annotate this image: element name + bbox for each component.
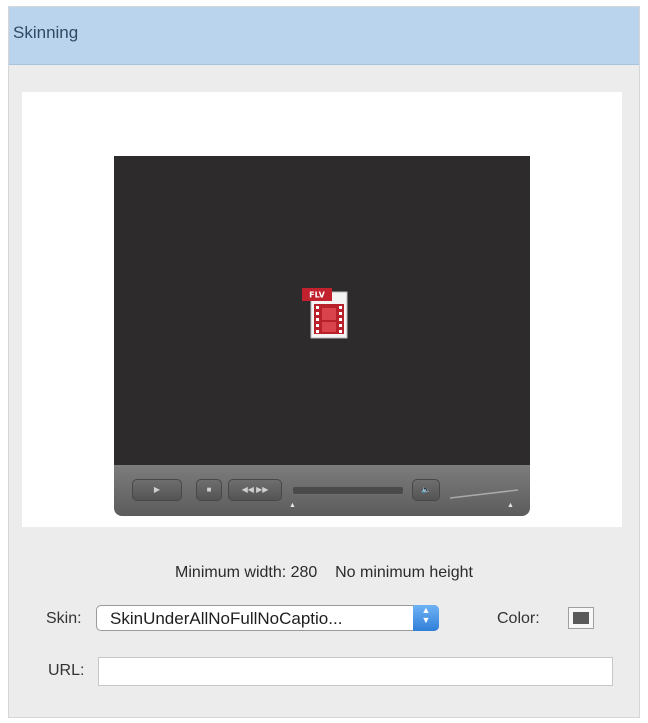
min-height-text: No minimum height bbox=[335, 564, 473, 581]
up-down-arrows-icon[interactable]: ▲ ▼ bbox=[413, 605, 439, 631]
color-swatch bbox=[573, 612, 589, 624]
mute-button[interactable]: 🔈 bbox=[412, 479, 440, 501]
stop-icon: ■ bbox=[206, 485, 212, 494]
skin-select[interactable]: SkinUnderAllNoFullNoCaptio... ▲ ▼ bbox=[96, 605, 439, 631]
skin-label: Skin: bbox=[46, 610, 82, 627]
video-area: FLV bbox=[114, 156, 530, 465]
size-info: Minimum width: 280 No minimum height bbox=[0, 564, 648, 582]
player-control-bar: ▶ ■ ◀◀ ▶▶ ▲ 🔈 ▲ bbox=[114, 465, 530, 516]
rewind-icon: ◀◀ bbox=[241, 485, 254, 494]
seek-handle-icon[interactable]: ▲ bbox=[289, 502, 296, 509]
color-label: Color: bbox=[497, 610, 540, 627]
skin-select-value: SkinUnderAllNoFullNoCaptio... bbox=[110, 609, 343, 628]
flv-file-icon: FLV bbox=[302, 288, 348, 339]
fast-forward-icon: ▶▶ bbox=[256, 485, 269, 494]
seek-bar[interactable] bbox=[292, 486, 404, 495]
titlebar: Skinning bbox=[9, 7, 639, 65]
play-icon: ▶ bbox=[153, 485, 161, 494]
volume-slider[interactable] bbox=[450, 488, 518, 500]
min-width-text: Minimum width: 280 bbox=[175, 564, 318, 581]
speaker-icon: 🔈 bbox=[421, 485, 431, 494]
svg-text:FLV: FLV bbox=[309, 291, 325, 300]
video-player-preview: FLV ▶ ■ ◀◀ ▶▶ ▲ 🔈 ▲ bbox=[114, 156, 530, 516]
skin-preview-panel: FLV ▶ ■ ◀◀ ▶▶ ▲ 🔈 ▲ bbox=[22, 92, 622, 527]
stop-button[interactable]: ■ bbox=[196, 479, 222, 501]
play-button[interactable]: ▶ bbox=[132, 479, 182, 501]
url-input[interactable] bbox=[98, 657, 613, 686]
page-title: Skinning bbox=[13, 23, 79, 42]
color-picker[interactable] bbox=[568, 607, 594, 629]
rewind-forward-buttons[interactable]: ◀◀ ▶▶ bbox=[228, 479, 282, 501]
volume-handle-icon[interactable]: ▲ bbox=[507, 502, 514, 509]
url-label: URL: bbox=[48, 662, 85, 679]
